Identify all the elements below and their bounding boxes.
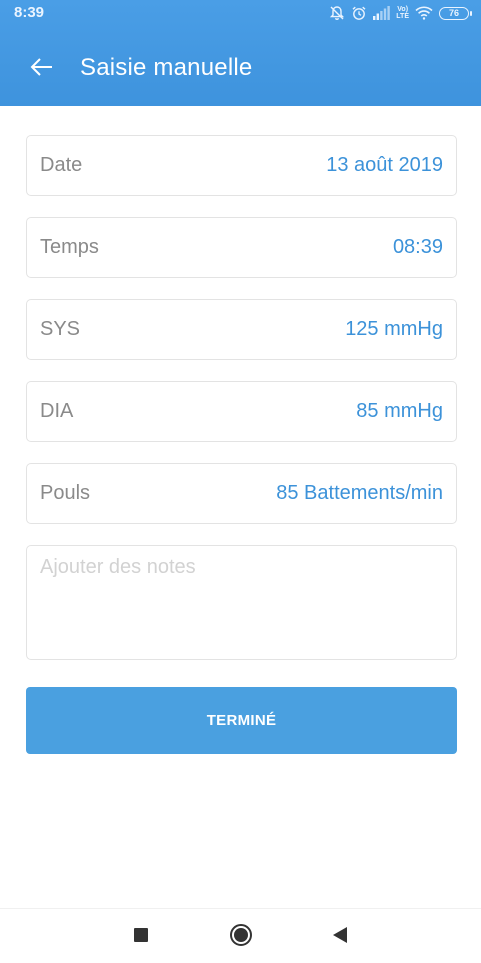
home-button[interactable] — [227, 923, 255, 951]
header: 8:39 Vo) LTE 76 Saisie manuelle — [0, 0, 481, 106]
system-back-button[interactable] — [326, 923, 354, 951]
page-title: Saisie manuelle — [80, 54, 253, 81]
dia-label: DIA — [40, 400, 74, 422]
lte-label: LTE — [396, 13, 409, 20]
pulse-value: 85 Battements/min — [276, 482, 443, 504]
signal-icon — [373, 6, 391, 20]
pulse-field[interactable]: Pouls 85 Battements/min — [26, 463, 457, 524]
status-icons: Vo) LTE 76 — [329, 3, 472, 23]
date-field[interactable]: Date 13 août 2019 — [26, 135, 457, 196]
back-triangle-icon — [332, 926, 348, 949]
notes-input[interactable] — [26, 545, 457, 660]
dia-field[interactable]: DIA 85 mmHg — [26, 381, 457, 442]
alarm-icon — [351, 5, 367, 21]
date-label: Date — [40, 154, 83, 176]
dia-value: 85 mmHg — [356, 400, 443, 422]
sys-label: SYS — [40, 318, 81, 340]
time-label: Temps — [40, 236, 99, 258]
notifications-off-icon — [329, 5, 345, 21]
done-button[interactable]: TERMINÉ — [26, 687, 457, 754]
volte-label: Vo) — [397, 6, 409, 13]
navigation-bar — [0, 908, 481, 963]
battery-level: 76 — [448, 8, 459, 18]
sys-value: 125 mmHg — [345, 318, 443, 340]
app-bar: Saisie manuelle — [0, 36, 481, 102]
time-field[interactable]: Temps 08:39 — [26, 217, 457, 278]
wifi-icon — [415, 6, 433, 20]
back-button[interactable] — [22, 50, 62, 88]
status-time: 8:39 — [14, 4, 45, 21]
app-screen: 8:39 Vo) LTE 76 Saisie manuelle Date 13 … — [0, 0, 481, 963]
sys-field[interactable]: SYS 125 mmHg — [26, 299, 457, 360]
pulse-label: Pouls — [40, 482, 91, 504]
date-value: 13 août 2019 — [326, 154, 443, 176]
arrow-left-icon — [30, 57, 54, 82]
recents-button[interactable] — [127, 923, 155, 951]
status-bar: 8:39 Vo) LTE 76 — [0, 0, 481, 26]
home-circle-icon — [229, 923, 253, 952]
battery-icon: 76 — [439, 6, 472, 20]
recents-square-icon — [133, 927, 149, 948]
time-value: 08:39 — [392, 236, 443, 258]
volte-lte-icon: Vo) LTE — [396, 6, 409, 20]
